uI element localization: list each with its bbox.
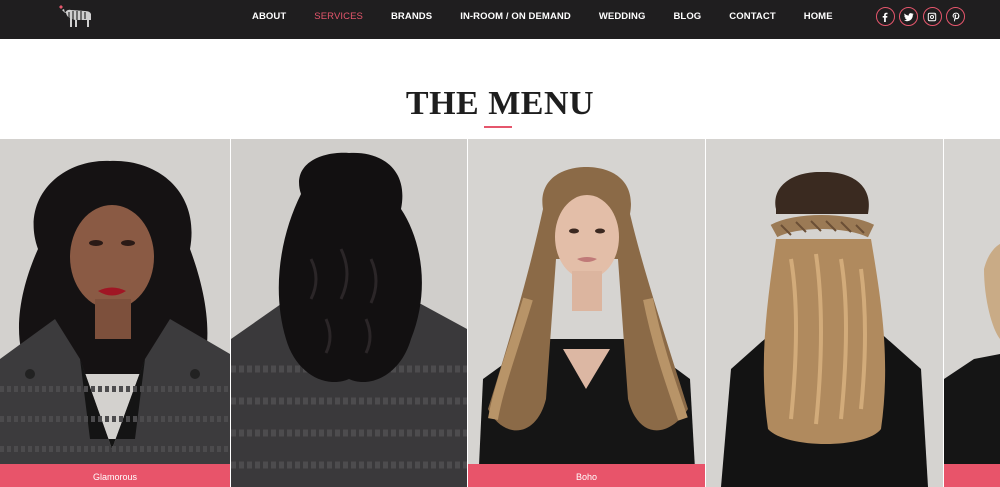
glamorous-front-photo: [0, 139, 230, 487]
boho-front-photo: [468, 139, 705, 487]
nav-home-link[interactable]: HOME: [804, 11, 833, 22]
style-card-glamorous[interactable]: Glamorous: [0, 139, 230, 487]
pinterest-icon[interactable]: [946, 7, 965, 26]
twitter-icon[interactable]: [899, 7, 918, 26]
nav-brands-link[interactable]: BRANDS: [391, 11, 432, 22]
nav-about-link[interactable]: ABOUT: [252, 11, 286, 22]
main-menu: ABOUT SERVICES BRANDS IN-ROOM / ON DEMAN…: [238, 0, 847, 33]
hairstyle-gallery: Glamorous Boho: [0, 139, 1000, 487]
boho-back-photo: [706, 139, 943, 487]
nav-services-link[interactable]: SERVICES: [314, 11, 363, 22]
nav-in-room-on-demand-link[interactable]: IN-ROOM / ON DEMAND: [460, 11, 571, 22]
zebra-logo-icon[interactable]: [55, 3, 97, 29]
nav-contact-link[interactable]: CONTACT: [729, 11, 775, 22]
nav-blog-link[interactable]: BLOG: [673, 11, 701, 22]
instagram-icon[interactable]: [922, 7, 942, 26]
facebook-icon[interactable]: [875, 7, 895, 26]
glamorous-back-photo: [231, 139, 467, 487]
partial-front-photo: [944, 139, 1000, 487]
style-card-partial[interactable]: [944, 139, 1000, 487]
top-nav: ABOUT SERVICES BRANDS IN-ROOM / ON DEMAN…: [0, 0, 1000, 39]
card-label[interactable]: [944, 464, 1000, 487]
style-card-boho[interactable]: Boho: [468, 139, 705, 487]
card-label[interactable]: Boho: [468, 464, 705, 487]
nav-wedding-link[interactable]: WEDDING: [599, 11, 646, 22]
title-underline: [484, 126, 512, 128]
page-title: THE MENU: [405, 85, 595, 122]
card-label[interactable]: Glamorous: [0, 464, 230, 487]
style-card-glamorous-back[interactable]: [231, 139, 467, 487]
social-links: [871, 7, 965, 26]
style-card-boho-back[interactable]: [706, 139, 943, 487]
